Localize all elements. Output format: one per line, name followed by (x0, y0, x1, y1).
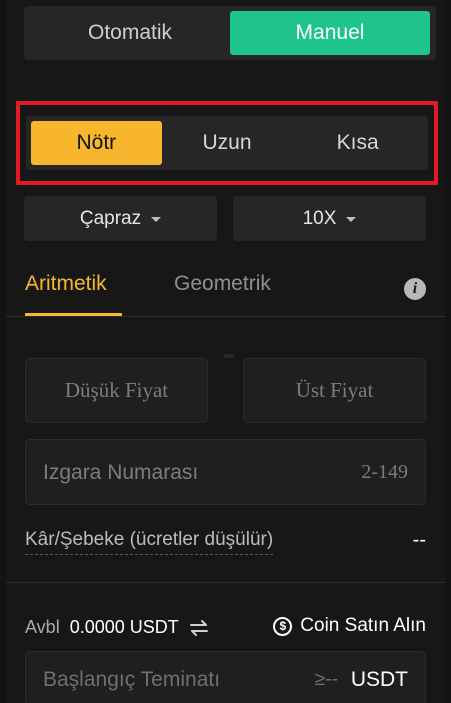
divider-dot (224, 354, 234, 358)
active-tab-indicator (25, 313, 122, 316)
section-divider (6, 582, 445, 583)
direction-option-long[interactable]: Uzun (162, 121, 293, 165)
grid-count-input[interactable]: Izgara Numarası 2-149 (25, 439, 426, 505)
buy-coin-link[interactable]: $ Coin Satın Alın (273, 615, 426, 637)
mode-option-manual[interactable]: Manuel (230, 11, 430, 55)
grid-type-tabs: Aritmetik Geometrik i (6, 262, 445, 317)
leverage-dropdown[interactable]: 10X (233, 196, 426, 241)
initial-margin-unit: USDT (350, 668, 408, 691)
available-value: 0.0000 USDT (69, 617, 179, 637)
initial-margin-placeholder: Başlangıç Teminatı (43, 668, 221, 691)
info-icon[interactable]: i (404, 278, 426, 300)
dollar-circle-icon: $ (273, 616, 293, 636)
margin-mode-label: Çapraz (79, 207, 142, 229)
mode-option-automatic[interactable]: Otomatik (30, 11, 230, 55)
profit-per-grid-label: Kâr/Şebeke (ücretler düşülür) (25, 529, 274, 555)
caret-down-icon (151, 217, 162, 222)
direction-option-neutral[interactable]: Nötr (31, 121, 162, 165)
available-label: Avbl (25, 617, 60, 637)
initial-margin-input[interactable]: Başlangıç Teminatı ≥-- USDT (25, 651, 426, 703)
upper-price-input[interactable]: Üst Fiyat (243, 358, 426, 423)
grid-count-placeholder: Izgara Numarası (43, 461, 199, 484)
profit-per-grid-value: -- (412, 529, 426, 551)
available-balance: Avbl 0.0000 USDT (25, 617, 209, 638)
tab-arithmetic[interactable]: Aritmetik (25, 272, 107, 296)
buy-coin-label: Coin Satın Alın (300, 615, 426, 636)
transfer-icon[interactable] (189, 619, 209, 637)
lower-price-input[interactable]: Düşük Fiyat (25, 358, 208, 423)
caret-down-icon (346, 217, 357, 222)
grid-bot-panel: Otomatik Manuel Nötr Uzun Kısa Çapraz 10… (6, 0, 445, 703)
grid-count-range: 2-149 (361, 461, 408, 483)
initial-margin-min: ≥-- (314, 669, 338, 690)
leverage-label: 10X (302, 207, 337, 229)
direction-option-short[interactable]: Kısa (292, 121, 423, 165)
direction-toggle: Nötr Uzun Kısa (26, 116, 428, 170)
tab-geometric[interactable]: Geometrik (174, 272, 271, 296)
margin-mode-dropdown[interactable]: Çapraz (24, 196, 217, 241)
mode-toggle: Otomatik Manuel (24, 6, 436, 60)
